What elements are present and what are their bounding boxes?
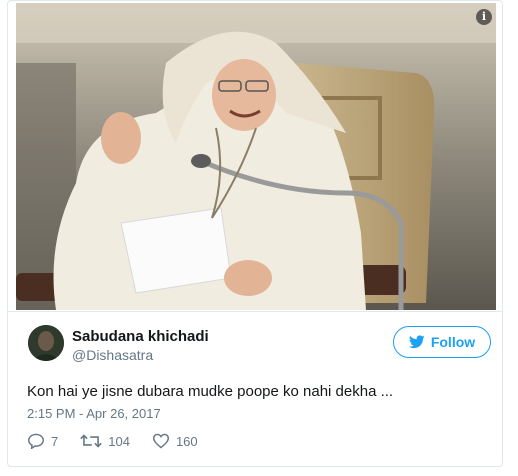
tweet-timestamp[interactable]: 2:15 PM - Apr 26, 2017: [27, 406, 161, 421]
retweet-button[interactable]: 104: [80, 433, 130, 449]
twitter-bird-icon: [408, 335, 425, 349]
reply-icon: [27, 433, 45, 449]
reply-count: 7: [51, 433, 59, 449]
follow-button[interactable]: Follow: [393, 326, 491, 358]
avatar-image: [28, 325, 64, 361]
avatar[interactable]: [28, 325, 64, 361]
info-icon[interactable]: i: [476, 9, 492, 25]
photo-illustration: [16, 3, 496, 310]
display-name[interactable]: Sabudana khichadi: [72, 328, 209, 345]
tweet-text: Kon hai ye jisne dubara mudke poope ko n…: [27, 383, 394, 400]
retweet-icon: [80, 434, 103, 448]
like-button[interactable]: 160: [152, 433, 198, 449]
reply-button[interactable]: 7: [27, 433, 58, 449]
user-handle[interactable]: @Dishasatra: [72, 347, 153, 363]
follow-label: Follow: [430, 334, 476, 350]
tweet-photo[interactable]: i: [16, 3, 496, 310]
tweet-card: i Sabudana khichadi @Dishasatra Follow K…: [7, 0, 503, 467]
tweet-actions: 7 104 160: [27, 433, 220, 449]
media-divider: [8, 311, 502, 312]
like-icon: [152, 433, 169, 449]
retweet-count: 104: [108, 433, 130, 449]
like-count: 160: [175, 433, 198, 449]
